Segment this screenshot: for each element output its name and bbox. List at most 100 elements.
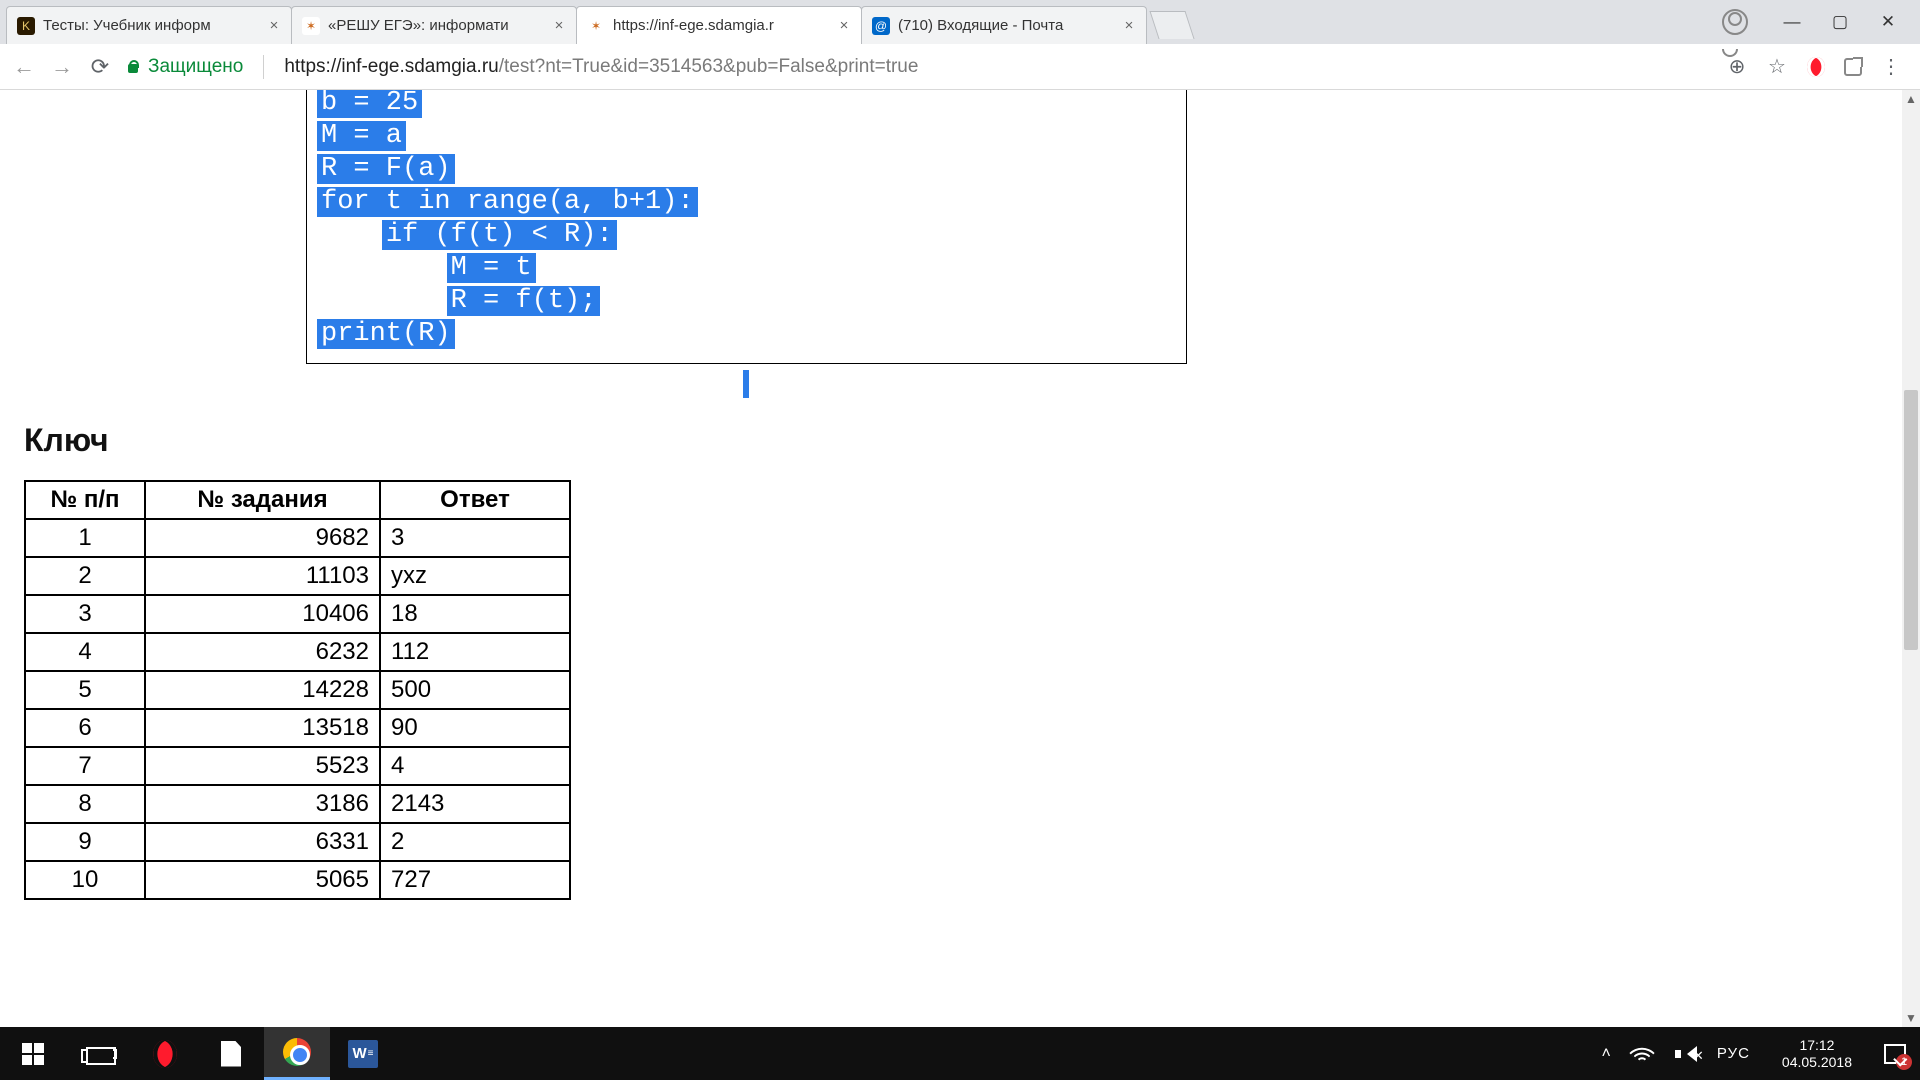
new-tab-button[interactable] <box>1149 11 1194 39</box>
scroll-down-arrow-icon[interactable]: ▼ <box>1902 1009 1920 1027</box>
tab-close-button[interactable]: × <box>552 17 566 34</box>
scroll-thumb[interactable] <box>1904 390 1918 650</box>
cell-index: 2 <box>25 557 145 595</box>
window-controls: — ▢ ✕ <box>1700 0 1920 44</box>
cell-task-id: 13518 <box>145 709 380 747</box>
taskbar-file[interactable] <box>198 1027 264 1080</box>
clock-date: 04.05.2018 <box>1782 1054 1852 1071</box>
browser-tab[interactable]: ✶ https://inf-ege.sdamgia.r × <box>576 6 862 44</box>
code-line[interactable]: R = F(a) <box>317 153 1176 186</box>
cell-answer: 727 <box>380 861 570 899</box>
tab-title: Тесты: Учебник информ <box>43 17 259 34</box>
table-row: 963312 <box>25 823 570 861</box>
browser-tab[interactable]: ✶«РЕШУ ЕГЭ»: информати× <box>291 6 577 44</box>
taskbar-opera[interactable] <box>132 1027 198 1080</box>
code-box: b = 25M = aR = F(a)for t in range(a, b+1… <box>306 90 1187 364</box>
extension-icon[interactable] <box>1844 58 1862 76</box>
system-tray: ˄ ✕ РУС 17:12 04.05.2018 1 <box>1596 1037 1920 1071</box>
code-line[interactable]: b = 25 <box>317 90 1176 120</box>
volume-muted-icon[interactable]: ✕ <box>1675 1046 1695 1062</box>
address-right-icons: ⊕ ☆ ⋮ <box>1726 54 1908 79</box>
secure-label: Защищено <box>148 56 243 78</box>
code-line[interactable]: M = a <box>317 120 1176 153</box>
windows-logo-icon <box>22 1043 44 1065</box>
scroll-up-arrow-icon[interactable]: ▲ <box>1902 90 1920 108</box>
chrome-menu-button[interactable]: ⋮ <box>1880 54 1902 79</box>
code-line[interactable]: print(R) <box>317 318 1176 351</box>
table-header: № п/п <box>25 481 145 519</box>
taskbar-chrome[interactable] <box>264 1027 330 1080</box>
cell-task-id: 3186 <box>145 785 380 823</box>
start-button[interactable] <box>0 1027 66 1080</box>
task-view-button[interactable] <box>66 1027 132 1080</box>
cell-task-id: 9682 <box>145 519 380 557</box>
input-language[interactable]: РУС <box>1717 1045 1750 1062</box>
cell-answer: 90 <box>380 709 570 747</box>
wifi-icon[interactable] <box>1633 1046 1653 1062</box>
chrome-icon <box>283 1038 311 1066</box>
secure-indicator[interactable]: Защищено <box>126 56 243 78</box>
answers-table: № п/п№ заданияОтвет 196823211103yxz31040… <box>24 480 571 900</box>
tab-close-button[interactable]: × <box>1122 17 1136 34</box>
nav-back-button[interactable]: ← <box>12 54 36 80</box>
browser-tab[interactable]: @(710) Входящие - Почта× <box>861 6 1147 44</box>
window-close-button[interactable]: ✕ <box>1878 12 1898 32</box>
table-row: 105065727 <box>25 861 570 899</box>
cell-answer: yxz <box>380 557 570 595</box>
code-line[interactable]: if (f(t) < R): <box>317 219 1176 252</box>
table-row: 211103yxz <box>25 557 570 595</box>
tab-title: https://inf-ege.sdamgia.r <box>613 17 829 34</box>
code-content[interactable]: b = 25M = aR = F(a)for t in range(a, b+1… <box>307 90 1186 351</box>
word-icon: W≡ <box>348 1040 378 1068</box>
cell-task-id: 11103 <box>145 557 380 595</box>
tab-close-button[interactable]: × <box>267 17 281 34</box>
windows-taskbar: W≡ ˄ ✕ РУС 17:12 04.05.2018 1 <box>0 1027 1920 1080</box>
notification-badge: 1 <box>1896 1054 1912 1070</box>
table-header: № задания <box>145 481 380 519</box>
profile-avatar-icon[interactable] <box>1722 9 1754 35</box>
cell-index: 8 <box>25 785 145 823</box>
text-caret <box>743 370 749 398</box>
browser-titlebar: KТесты: Учебник информ×✶«РЕШУ ЕГЭ»: инфо… <box>0 0 1920 44</box>
vertical-scrollbar[interactable]: ▲ ▼ <box>1902 90 1920 1027</box>
nav-reload-button[interactable]: ⟳ <box>88 54 112 80</box>
page-viewport[interactable]: b = 25M = aR = F(a)for t in range(a, b+1… <box>0 90 1902 1027</box>
cell-index: 3 <box>25 595 145 633</box>
table-row: 755234 <box>25 747 570 785</box>
bookmark-star-icon[interactable]: ☆ <box>1766 54 1788 79</box>
tab-favicon-icon: @ <box>872 17 890 35</box>
cell-index: 1 <box>25 519 145 557</box>
url-field[interactable]: https://inf-ege.sdamgia.ru/test?nt=True&… <box>284 56 1712 78</box>
tab-favicon-icon: ✶ <box>587 17 605 35</box>
window-minimize-button[interactable]: — <box>1782 12 1802 32</box>
table-header: Ответ <box>380 481 570 519</box>
cell-index: 4 <box>25 633 145 671</box>
cell-task-id: 5065 <box>145 861 380 899</box>
code-line[interactable]: M = t <box>317 252 1176 285</box>
file-icon <box>221 1041 241 1067</box>
taskbar-clock[interactable]: 17:12 04.05.2018 <box>1772 1037 1862 1071</box>
table-row: 514228500 <box>25 671 570 709</box>
code-line[interactable]: R = f(t); <box>317 285 1176 318</box>
nav-forward-button[interactable]: → <box>50 54 74 80</box>
address-bar: ← → ⟳ Защищено https://inf-ege.sdamgia.r… <box>0 44 1920 90</box>
table-row: 31040618 <box>25 595 570 633</box>
cell-answer: 2 <box>380 823 570 861</box>
window-maximize-button[interactable]: ▢ <box>1830 12 1850 32</box>
cell-answer: 3 <box>380 519 570 557</box>
cell-answer: 112 <box>380 633 570 671</box>
opera-icon <box>153 1040 177 1068</box>
opera-extension-icon[interactable] <box>1807 57 1825 77</box>
zoom-icon[interactable]: ⊕ <box>1726 54 1748 79</box>
cell-answer: 4 <box>380 747 570 785</box>
cell-index: 6 <box>25 709 145 747</box>
cell-index: 7 <box>25 747 145 785</box>
browser-tab[interactable]: KТесты: Учебник информ× <box>6 6 292 44</box>
tray-expand-icon[interactable]: ˄ <box>1602 1045 1611 1063</box>
taskbar-word[interactable]: W≡ <box>330 1027 396 1080</box>
tab-title: «РЕШУ ЕГЭ»: информати <box>328 17 544 34</box>
code-line[interactable]: for t in range(a, b+1): <box>317 186 1176 219</box>
action-center-icon[interactable]: 1 <box>1884 1044 1906 1064</box>
tab-close-button[interactable]: × <box>837 17 851 34</box>
lock-icon <box>126 60 140 74</box>
